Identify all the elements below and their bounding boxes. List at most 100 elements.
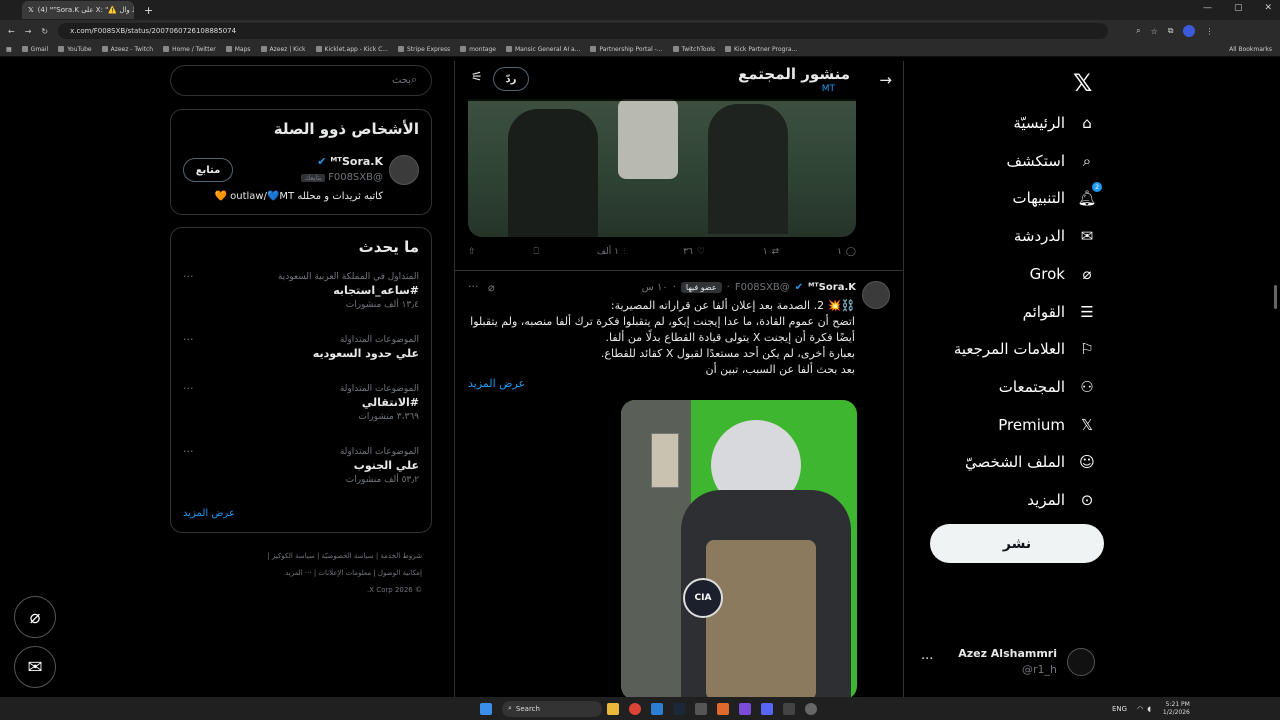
grok-float-button[interactable]: ⌀ xyxy=(14,596,56,638)
grok-action-icon[interactable]: ⌀ xyxy=(488,281,495,294)
nav-item[interactable]: استكشف ⌕ xyxy=(1007,151,1097,171)
follow-button[interactable]: متابع xyxy=(183,158,233,182)
tweet-author-name[interactable]: ᴹᵀSora.K xyxy=(808,282,856,293)
start-icon[interactable] xyxy=(480,702,492,715)
post-button[interactable]: نشر xyxy=(930,524,1104,563)
reply-action[interactable]: ١ ◯ xyxy=(837,247,856,257)
bookmark-item[interactable]: Home / Twitter xyxy=(163,46,216,53)
bookmark-item[interactable]: Azeez - Twitch xyxy=(101,46,153,53)
volume-icon[interactable]: ◖ xyxy=(1147,705,1151,713)
views-action[interactable]: ١ ألف ⫶ xyxy=(597,247,626,257)
steam-icon[interactable] xyxy=(673,702,685,715)
nav-item[interactable]: الرئيسيّة ⌂ xyxy=(1013,113,1097,133)
nav-item[interactable]: العلامات المرجعية ⚐ xyxy=(954,339,1097,359)
taskbar-search[interactable]: ⌕ Search xyxy=(502,700,602,717)
back-icon[interactable]: ← xyxy=(8,27,15,36)
app-icon[interactable] xyxy=(783,702,795,715)
clock[interactable]: 5:21 PM 1/2/2026 xyxy=(1163,701,1190,717)
x-logo-icon[interactable]: 𝕏 xyxy=(1073,69,1092,97)
messages-float-button[interactable]: ✉ xyxy=(14,646,56,688)
url-text: x.com/F008SXB/status/2007060726108885074 xyxy=(70,27,237,35)
account-switcher[interactable]: Azez Alshammri @r1_h ··· xyxy=(915,644,1100,680)
app-icon[interactable] xyxy=(805,702,817,715)
trends-show-more[interactable]: عرض المزيد xyxy=(183,508,235,519)
trend-item[interactable]: الموضوعات المتداولة علي حدود السعوديه xyxy=(189,335,419,360)
related-name[interactable]: ᴹᵀSora.K xyxy=(330,155,383,168)
discord-icon[interactable] xyxy=(761,702,773,715)
nav-item[interactable]: القوائم ☰ xyxy=(1023,302,1097,322)
nav-item[interactable]: الملف الشخصيّ ☺ xyxy=(965,452,1097,472)
apps-icon[interactable]: ▦ xyxy=(6,46,12,53)
retweet-action[interactable]: ١ ⇄ xyxy=(763,247,779,257)
bookmark-item[interactable]: Azeez | Kick xyxy=(260,46,306,53)
profile-avatar[interactable] xyxy=(1183,25,1196,37)
scrollbar[interactable] xyxy=(1274,285,1277,309)
nav-item[interactable]: Premium 𝕏 xyxy=(998,415,1097,435)
browser-tab[interactable]: 𝕏 (4) ᴹᵀSora.K على X: "⚠️ الحط وال... ✕ xyxy=(22,1,134,19)
bookmark-item[interactable]: montage xyxy=(460,46,496,53)
zoom-icon[interactable]: ⌕ xyxy=(1136,26,1140,36)
close-window-icon[interactable]: ✕ xyxy=(1264,3,1272,13)
filter-sliders-icon[interactable]: ⚟ xyxy=(471,70,483,85)
tweet-author-handle[interactable]: @F008SXB xyxy=(735,282,790,293)
footer-line[interactable]: إمكانية الوصول | معلومات الإعلانات | ···… xyxy=(170,565,422,582)
bookmark-item[interactable]: Kicklet.app - Kick C... xyxy=(315,46,388,53)
nav-item[interactable]: Grok ⌀ xyxy=(1030,264,1097,284)
community-name[interactable]: MT xyxy=(822,84,835,94)
maximize-icon[interactable]: ▢ xyxy=(1234,3,1243,13)
footer-line[interactable]: شروط الخدمة | سياسة الخصوصيّة | سياسة ال… xyxy=(170,548,422,565)
app-icon[interactable] xyxy=(717,702,729,715)
address-bar[interactable]: x.com/F008SXB/status/2007060726108885074 xyxy=(58,23,1109,39)
language-indicator[interactable]: ENG xyxy=(1112,705,1127,713)
forward-icon[interactable]: → xyxy=(25,27,32,36)
file-explorer-icon[interactable] xyxy=(607,702,619,715)
trend-more-icon[interactable]: ··· xyxy=(183,382,194,395)
reply-button[interactable]: ردّ xyxy=(493,67,529,91)
trend-item[interactable]: الموضوعات المتداولة #الانتقالي ٣،٣٦٩ منشور… xyxy=(189,384,419,422)
trend-item[interactable]: الموضوعات المتداولة علي الجنوب ٥٣٫٢ ألف من… xyxy=(189,447,419,485)
bookmark-item[interactable]: Stripe Express xyxy=(398,46,450,53)
browser-tab-title: (4) ᴹᵀSora.K على X: "⚠️ الحط وال... xyxy=(37,6,134,14)
trend-item[interactable]: المتداول في المملكة العربية السعودية #ساع… xyxy=(189,272,419,310)
trend-more-icon[interactable]: ··· xyxy=(183,333,194,346)
tweet-more-icon[interactable]: ··· xyxy=(468,280,479,293)
all-bookmarks[interactable]: All Bookmarks xyxy=(1229,46,1272,53)
nav-item[interactable]: المزيد ⊙ xyxy=(1027,490,1097,510)
trend-more-icon[interactable]: ··· xyxy=(183,270,194,283)
chrome-icon[interactable] xyxy=(629,702,641,715)
new-tab-button[interactable]: + xyxy=(144,4,153,17)
reload-icon[interactable]: ↻ xyxy=(41,27,48,36)
menu-icon[interactable]: ⋮ xyxy=(1205,27,1213,36)
share-icon[interactable]: ⇧ xyxy=(468,247,476,257)
bookmark-item[interactable]: YouTube xyxy=(58,46,92,53)
bookmark-item[interactable]: Partnership Portal -... xyxy=(590,46,663,53)
bookmark-item[interactable]: TwitchTools xyxy=(672,46,715,53)
bookmark-item[interactable]: Gmail xyxy=(21,46,48,53)
minimize-icon[interactable]: — xyxy=(1203,3,1212,13)
previous-tweet-image[interactable] xyxy=(468,99,856,237)
app-icon[interactable] xyxy=(739,702,751,715)
nav-item[interactable]: الدردشة ✉ xyxy=(1014,226,1097,246)
bookmark-action-icon[interactable]: ⎕ xyxy=(533,247,538,257)
wifi-icon[interactable]: ◠ xyxy=(1137,705,1143,713)
tweet-avatar[interactable] xyxy=(862,281,890,309)
like-action[interactable]: ٣٦ ♡ xyxy=(683,247,705,257)
account-more-icon[interactable]: ··· xyxy=(921,652,933,667)
bookmark-item[interactable]: Maps xyxy=(225,46,251,53)
star-icon[interactable]: ☆ xyxy=(1151,27,1158,36)
nav-item[interactable]: التنبيهات 🔔︎ 2 xyxy=(1013,182,1102,208)
bookmark-item[interactable]: Kick Partner Progra... xyxy=(725,46,797,53)
app-icon[interactable] xyxy=(651,702,663,715)
app-icon[interactable] xyxy=(695,702,707,715)
tweet-image[interactable]: CIA xyxy=(621,400,857,700)
bookmark-item[interactable]: Mansic General AI a... xyxy=(506,46,580,53)
nav-item[interactable]: المجتمعات ⚇ xyxy=(999,377,1097,397)
trend-more-icon[interactable]: ··· xyxy=(183,445,194,458)
tweet-time[interactable]: ١٠ س xyxy=(642,282,668,293)
back-arrow-icon[interactable]: → xyxy=(879,71,892,89)
related-avatar[interactable] xyxy=(389,155,419,185)
extensions-icon[interactable]: ⧉ xyxy=(1168,26,1174,36)
show-more-link[interactable]: عرض المزيد xyxy=(468,377,525,390)
related-handle[interactable]: @F008SXB xyxy=(328,172,383,183)
search-input[interactable]: بحث ⌕ xyxy=(170,65,432,96)
